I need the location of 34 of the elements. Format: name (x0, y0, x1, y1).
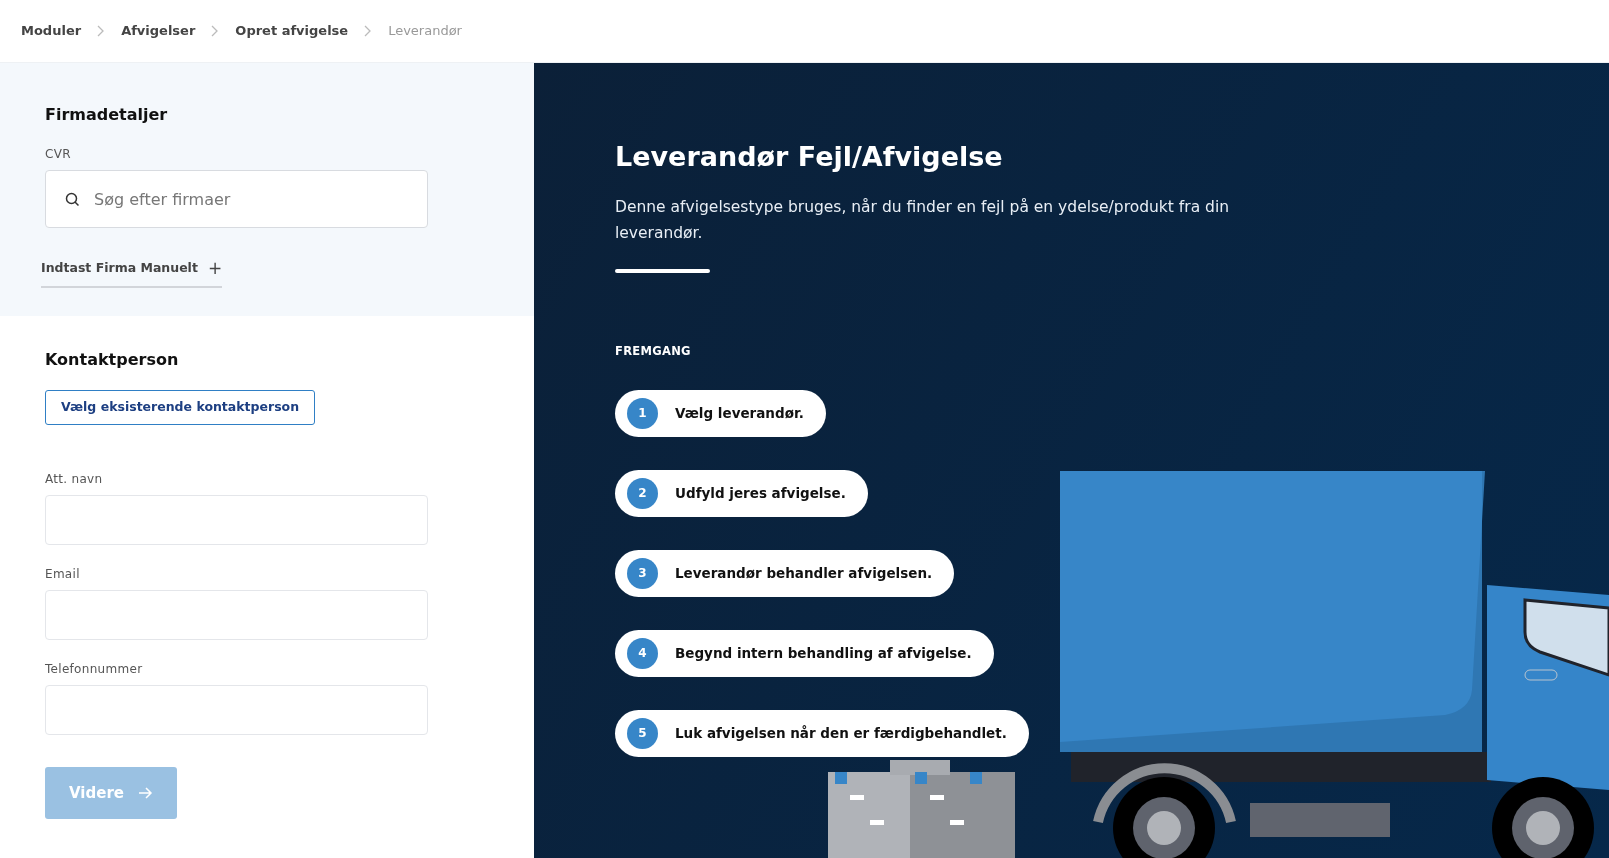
field-label: Email (45, 565, 81, 583)
step-label: Leverandør behandler afvigelsen. (675, 564, 933, 584)
breadcrumb-item[interactable]: Opret afvigelse (235, 21, 349, 41)
chevron-icon (211, 25, 220, 37)
step-label: Begynd intern behandling af afvigelse. (675, 644, 972, 664)
breadcrumb-item[interactable]: Afvigelser (121, 21, 196, 41)
search-field[interactable]: Søg efter firmaer (45, 170, 428, 228)
progress-heading: FREMGANG (615, 342, 692, 360)
section-title: Kontaktperson (45, 349, 180, 371)
section-title: Firmadetaljer (45, 104, 169, 126)
breadcrumb-item[interactable]: Moduler (21, 21, 82, 41)
step-number-badge: 3 (627, 557, 658, 589)
plus-icon: + (207, 256, 223, 282)
hero-title: Leverandør Fejl/Afvigelse (615, 141, 1004, 174)
arrow-right-icon (137, 786, 153, 799)
step-number-badge: 5 (627, 717, 658, 749)
field-label: Att. navn (45, 470, 104, 488)
step-number-badge: 4 (627, 637, 658, 669)
step-number-badge: 1 (627, 397, 658, 429)
hero-description: Denne afvigelsestype bruges, når du finder en fejl på en ydelse/produkt fra din leverandør. (615, 197, 1231, 244)
manual-entry-link[interactable]: Indtast Firma Manuelt + (41, 256, 223, 288)
step-label: Luk afvigelsen når den er færdigbehandlet. (675, 724, 1007, 744)
chevron-icon (97, 25, 106, 37)
breadcrumb-item: Leverandør (388, 22, 462, 41)
text-input[interactable] (45, 589, 428, 640)
chevron-icon (364, 25, 373, 37)
choose-contact-button[interactable]: Vælg eksisterende kontaktperson (45, 390, 316, 425)
step-number-badge: 2 (627, 477, 658, 509)
step-label: Udfyld jeres afvigelse. (675, 484, 846, 504)
field-label: CVR (45, 146, 72, 163)
field-label: Telefonnummer (45, 660, 144, 678)
text-input[interactable] (45, 494, 428, 545)
text-input[interactable] (45, 684, 428, 735)
step-label: Vælg leverandør. (675, 404, 804, 424)
